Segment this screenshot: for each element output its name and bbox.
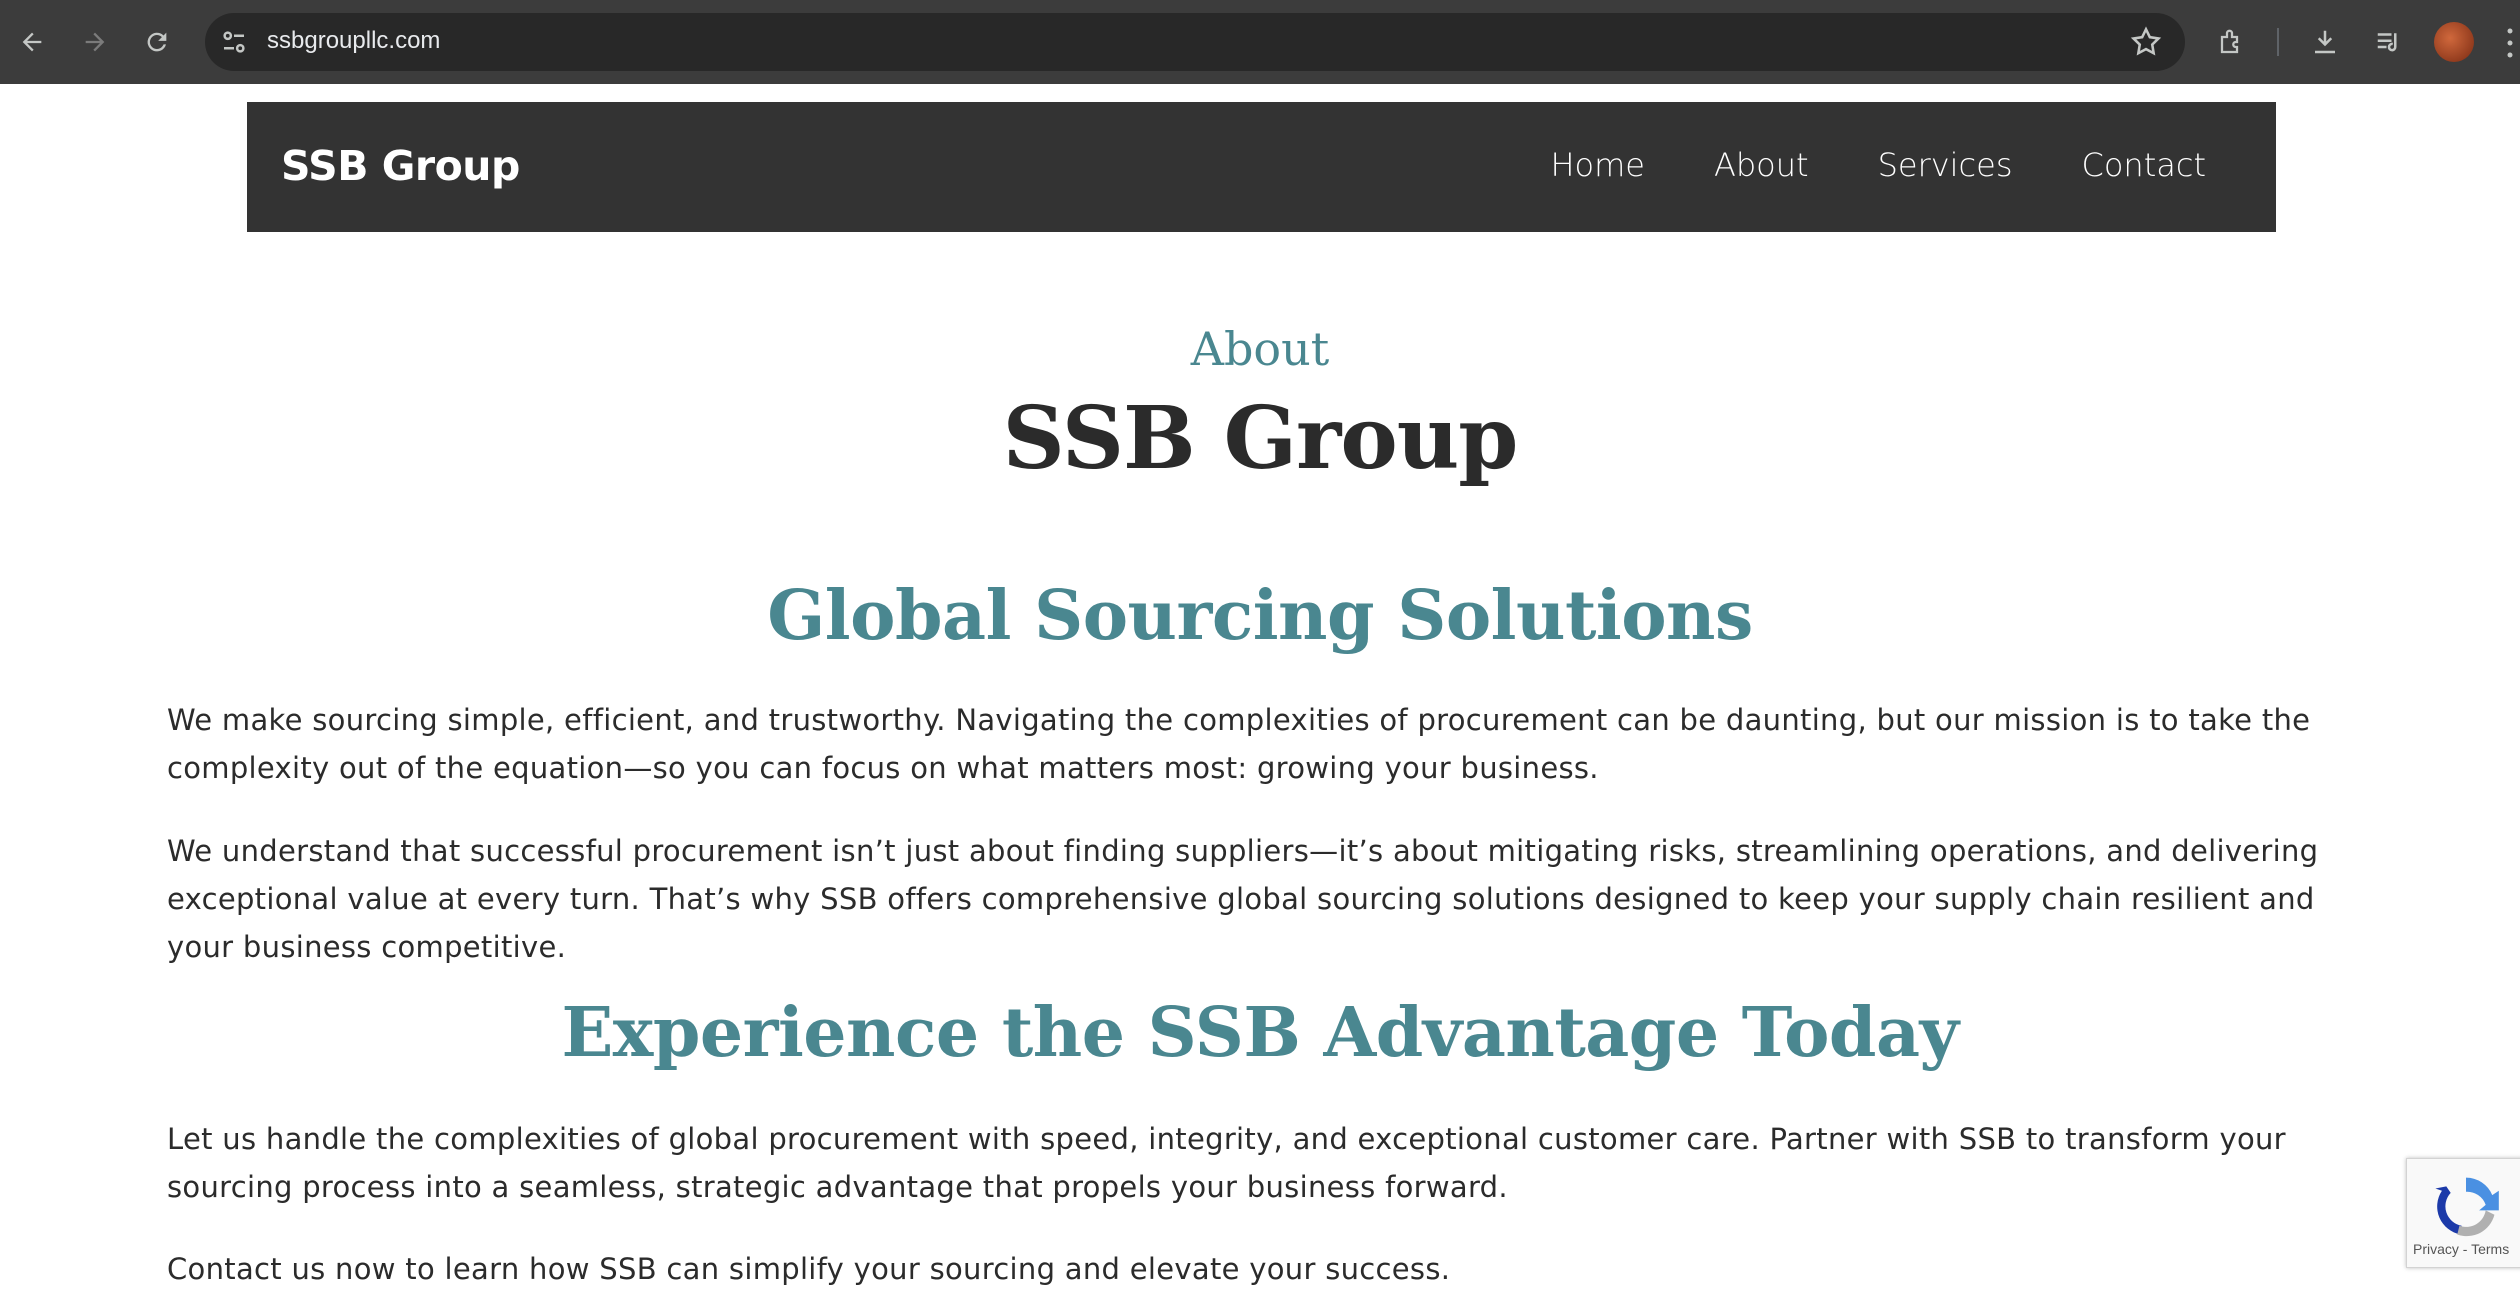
address-bar[interactable]: ssbgroupllc.com bbox=[205, 13, 2185, 71]
paragraph-intro: We make sourcing simple, efficient, and … bbox=[167, 703, 2311, 785]
site-info-icon[interactable] bbox=[219, 27, 249, 57]
media-queue-icon[interactable] bbox=[2369, 22, 2409, 62]
nav-link-about[interactable]: About bbox=[1714, 146, 1809, 184]
toolbar-divider bbox=[2277, 28, 2279, 56]
extensions-icon[interactable] bbox=[2212, 22, 2252, 62]
nav-link-contact[interactable]: Contact bbox=[2082, 146, 2207, 184]
section-heading-advantage: Experience the SSB Advantage Today bbox=[561, 993, 1959, 1073]
recaptcha-logo-icon bbox=[2435, 1177, 2499, 1237]
page-eyebrow: About bbox=[1190, 322, 1330, 376]
reload-icon[interactable] bbox=[137, 22, 177, 62]
paragraph-procurement: We understand that successful procuremen… bbox=[167, 834, 2319, 964]
download-icon[interactable] bbox=[2305, 22, 2345, 62]
recaptcha-privacy-terms[interactable]: Privacy - Terms bbox=[2413, 1241, 2509, 1257]
site-header: SSB Group Home About Services Contact bbox=[247, 102, 2276, 232]
site-logo-text[interactable]: SSB Group bbox=[281, 142, 520, 190]
menu-kebab-icon[interactable] bbox=[2505, 26, 2515, 60]
recaptcha-badge[interactable]: Privacy - Terms bbox=[2406, 1158, 2520, 1268]
nav-link-home[interactable]: Home bbox=[1550, 146, 1645, 184]
back-icon[interactable] bbox=[12, 22, 52, 62]
bookmark-star-icon[interactable] bbox=[2129, 25, 2163, 59]
profile-avatar[interactable] bbox=[2434, 22, 2474, 62]
page-title: SSB Group bbox=[1002, 388, 1519, 489]
paragraph-partner: Let us handle the complexities of global… bbox=[167, 1122, 2286, 1204]
main-nav: Home About Services Contact bbox=[1481, 146, 2206, 184]
url-text[interactable]: ssbgroupllc.com bbox=[267, 27, 440, 55]
forward-icon[interactable] bbox=[75, 22, 115, 62]
paragraph-contact-cta: Contact us now to learn how SSB can simp… bbox=[167, 1252, 1451, 1286]
nav-link-services[interactable]: Services bbox=[1878, 146, 2013, 184]
section-heading-global-sourcing: Global Sourcing Solutions bbox=[767, 576, 1753, 656]
browser-toolbar: ssbgroupllc.com bbox=[0, 0, 2520, 84]
